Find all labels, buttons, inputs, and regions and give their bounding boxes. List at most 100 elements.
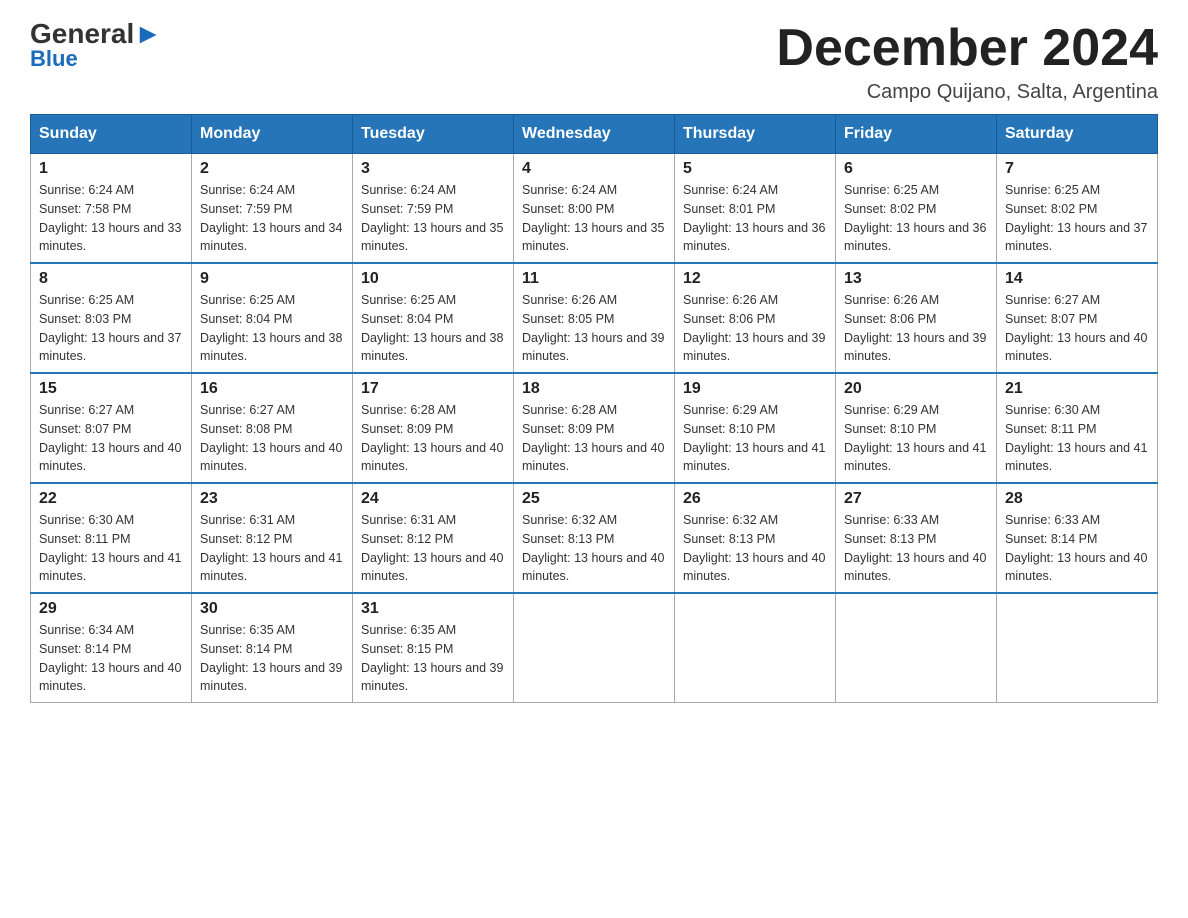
calendar-week-5: 29 Sunrise: 6:34 AMSunset: 8:14 PMDayligh… xyxy=(31,593,1158,703)
calendar-week-2: 8 Sunrise: 6:25 AMSunset: 8:03 PMDaylight… xyxy=(31,263,1158,373)
page-header: General► Blue December 2024 Campo Quijan… xyxy=(30,20,1158,104)
calendar-header-row: SundayMondayTuesdayWednesdayThursdayFrid… xyxy=(31,115,1158,154)
calendar-cell: 20 Sunrise: 6:29 AMSunset: 8:10 PMDayligh… xyxy=(836,373,997,483)
header-friday: Friday xyxy=(836,115,997,154)
day-info: Sunrise: 6:24 AMSunset: 7:59 PMDaylight:… xyxy=(361,181,505,256)
calendar-cell: 13Sunrise: 6:26 AMSunset: 8:06 PMDayligh… xyxy=(836,263,997,373)
calendar-week-3: 15 Sunrise: 6:27 AMSunset: 8:07 PMDayligh… xyxy=(31,373,1158,483)
header-thursday: Thursday xyxy=(675,115,836,154)
calendar-cell xyxy=(675,593,836,703)
calendar-cell: 23 Sunrise: 6:31 AMSunset: 8:12 PMDayligh… xyxy=(192,483,353,593)
day-number: 25 xyxy=(522,490,666,508)
calendar-cell: 30 Sunrise: 6:35 AMSunset: 8:14 PMDayligh… xyxy=(192,593,353,703)
day-info: Sunrise: 6:31 AMSunset: 8:12 PMDaylight:… xyxy=(200,511,344,586)
day-number: 23 xyxy=(200,490,344,508)
day-info: Sunrise: 6:30 AMSunset: 8:11 PMDaylight:… xyxy=(39,511,183,586)
calendar-cell: 11Sunrise: 6:26 AMSunset: 8:05 PMDayligh… xyxy=(514,263,675,373)
calendar-cell xyxy=(997,593,1158,703)
day-number: 12 xyxy=(683,270,827,288)
day-info: Sunrise: 6:26 AMSunset: 8:06 PMDaylight:… xyxy=(683,291,827,366)
calendar-cell: 7 Sunrise: 6:25 AMSunset: 8:02 PMDaylight… xyxy=(997,154,1158,264)
day-info: Sunrise: 6:34 AMSunset: 8:14 PMDaylight:… xyxy=(39,621,183,696)
logo-general: General► xyxy=(30,20,162,48)
day-info: Sunrise: 6:33 AMSunset: 8:13 PMDaylight:… xyxy=(844,511,988,586)
day-info: Sunrise: 6:25 AMSunset: 8:02 PMDaylight:… xyxy=(844,181,988,256)
day-info: Sunrise: 6:35 AMSunset: 8:14 PMDaylight:… xyxy=(200,621,344,696)
day-number: 14 xyxy=(1005,270,1149,288)
calendar-cell: 25 Sunrise: 6:32 AMSunset: 8:13 PMDayligh… xyxy=(514,483,675,593)
day-number: 31 xyxy=(361,600,505,618)
month-title: December 2024 xyxy=(776,20,1158,77)
calendar-cell: 22 Sunrise: 6:30 AMSunset: 8:11 PMDayligh… xyxy=(31,483,192,593)
day-number: 13 xyxy=(844,270,988,288)
calendar-cell: 14 Sunrise: 6:27 AMSunset: 8:07 PMDayligh… xyxy=(997,263,1158,373)
logo-blue-text: Blue xyxy=(30,46,78,72)
day-number: 21 xyxy=(1005,380,1149,398)
day-number: 11 xyxy=(522,270,666,288)
calendar-cell: 18Sunrise: 6:28 AMSunset: 8:09 PMDayligh… xyxy=(514,373,675,483)
day-number: 26 xyxy=(683,490,827,508)
calendar-week-4: 22 Sunrise: 6:30 AMSunset: 8:11 PMDayligh… xyxy=(31,483,1158,593)
day-number: 29 xyxy=(39,600,183,618)
day-info: Sunrise: 6:33 AMSunset: 8:14 PMDaylight:… xyxy=(1005,511,1149,586)
calendar-cell xyxy=(836,593,997,703)
day-info: Sunrise: 6:24 AMSunset: 7:59 PMDaylight:… xyxy=(200,181,344,256)
location: Campo Quijano, Salta, Argentina xyxy=(776,81,1158,104)
day-number: 4 xyxy=(522,160,666,178)
day-info: Sunrise: 6:29 AMSunset: 8:10 PMDaylight:… xyxy=(844,401,988,476)
day-number: 22 xyxy=(39,490,183,508)
day-info: Sunrise: 6:32 AMSunset: 8:13 PMDaylight:… xyxy=(683,511,827,586)
day-number: 10 xyxy=(361,270,505,288)
day-info: Sunrise: 6:27 AMSunset: 8:07 PMDaylight:… xyxy=(39,401,183,476)
calendar-cell: 2Sunrise: 6:24 AMSunset: 7:59 PMDaylight… xyxy=(192,154,353,264)
day-number: 28 xyxy=(1005,490,1149,508)
header-tuesday: Tuesday xyxy=(353,115,514,154)
calendar-cell: 24 Sunrise: 6:31 AMSunset: 8:12 PMDayligh… xyxy=(353,483,514,593)
header-saturday: Saturday xyxy=(997,115,1158,154)
day-info: Sunrise: 6:31 AMSunset: 8:12 PMDaylight:… xyxy=(361,511,505,586)
day-info: Sunrise: 6:35 AMSunset: 8:15 PMDaylight:… xyxy=(361,621,505,696)
calendar-cell: 17Sunrise: 6:28 AMSunset: 8:09 PMDayligh… xyxy=(353,373,514,483)
day-info: Sunrise: 6:30 AMSunset: 8:11 PMDaylight:… xyxy=(1005,401,1149,476)
day-number: 8 xyxy=(39,270,183,288)
calendar-cell: 28 Sunrise: 6:33 AMSunset: 8:14 PMDayligh… xyxy=(997,483,1158,593)
day-number: 16 xyxy=(200,380,344,398)
calendar-cell: 31 Sunrise: 6:35 AMSunset: 8:15 PMDayligh… xyxy=(353,593,514,703)
header-monday: Monday xyxy=(192,115,353,154)
day-info: Sunrise: 6:24 AMSunset: 8:00 PMDaylight:… xyxy=(522,181,666,256)
day-info: Sunrise: 6:25 AMSunset: 8:04 PMDaylight:… xyxy=(200,291,344,366)
day-info: Sunrise: 6:25 AMSunset: 8:04 PMDaylight:… xyxy=(361,291,505,366)
day-info: Sunrise: 6:25 AMSunset: 8:02 PMDaylight:… xyxy=(1005,181,1149,256)
day-info: Sunrise: 6:25 AMSunset: 8:03 PMDaylight:… xyxy=(39,291,183,366)
title-block: December 2024 Campo Quijano, Salta, Arge… xyxy=(776,20,1158,104)
day-number: 20 xyxy=(844,380,988,398)
day-number: 30 xyxy=(200,600,344,618)
day-number: 27 xyxy=(844,490,988,508)
header-sunday: Sunday xyxy=(31,115,192,154)
calendar-cell: 8 Sunrise: 6:25 AMSunset: 8:03 PMDaylight… xyxy=(31,263,192,373)
calendar-cell: 29 Sunrise: 6:34 AMSunset: 8:14 PMDayligh… xyxy=(31,593,192,703)
calendar-cell: 15 Sunrise: 6:27 AMSunset: 8:07 PMDayligh… xyxy=(31,373,192,483)
day-number: 7 xyxy=(1005,160,1149,178)
day-info: Sunrise: 6:27 AMSunset: 8:08 PMDaylight:… xyxy=(200,401,344,476)
day-info: Sunrise: 6:24 AMSunset: 7:58 PMDaylight:… xyxy=(39,181,183,256)
calendar-week-1: 1 Sunrise: 6:24 AMSunset: 7:58 PMDaylight… xyxy=(31,154,1158,264)
calendar-cell: 26 Sunrise: 6:32 AMSunset: 8:13 PMDayligh… xyxy=(675,483,836,593)
calendar-cell: 19 Sunrise: 6:29 AMSunset: 8:10 PMDayligh… xyxy=(675,373,836,483)
day-info: Sunrise: 6:27 AMSunset: 8:07 PMDaylight:… xyxy=(1005,291,1149,366)
calendar-cell: 5Sunrise: 6:24 AMSunset: 8:01 PMDaylight… xyxy=(675,154,836,264)
day-info: Sunrise: 6:28 AMSunset: 8:09 PMDaylight:… xyxy=(522,401,666,476)
day-number: 24 xyxy=(361,490,505,508)
calendar-cell: 3Sunrise: 6:24 AMSunset: 7:59 PMDaylight… xyxy=(353,154,514,264)
calendar-cell: 10 Sunrise: 6:25 AMSunset: 8:04 PMDayligh… xyxy=(353,263,514,373)
header-wednesday: Wednesday xyxy=(514,115,675,154)
calendar-cell: 6Sunrise: 6:25 AMSunset: 8:02 PMDaylight… xyxy=(836,154,997,264)
day-number: 19 xyxy=(683,380,827,398)
day-number: 9 xyxy=(200,270,344,288)
day-number: 15 xyxy=(39,380,183,398)
day-number: 1 xyxy=(39,160,183,178)
calendar-cell: 1 Sunrise: 6:24 AMSunset: 7:58 PMDaylight… xyxy=(31,154,192,264)
day-info: Sunrise: 6:29 AMSunset: 8:10 PMDaylight:… xyxy=(683,401,827,476)
day-info: Sunrise: 6:32 AMSunset: 8:13 PMDaylight:… xyxy=(522,511,666,586)
calendar-cell: 21 Sunrise: 6:30 AMSunset: 8:11 PMDayligh… xyxy=(997,373,1158,483)
